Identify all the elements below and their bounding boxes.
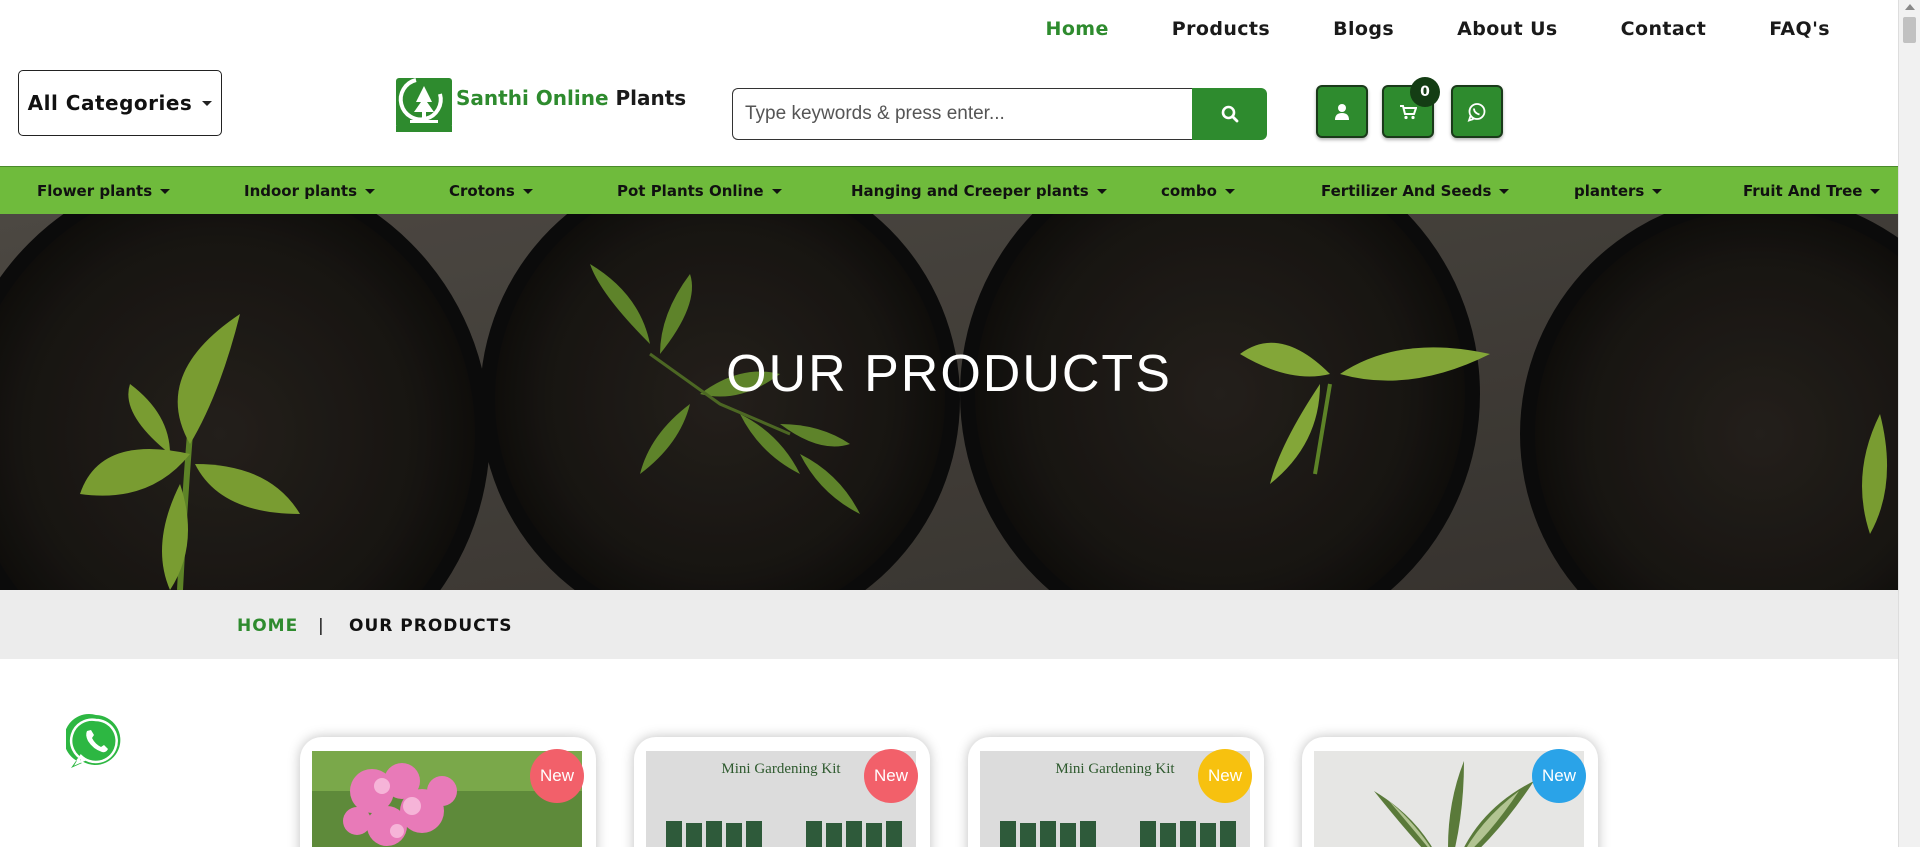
cat-label: Fertilizer And Seeds: [1321, 182, 1492, 200]
caret-down-icon: [160, 188, 171, 194]
search-icon: [1221, 105, 1238, 123]
new-badge: New: [530, 749, 584, 803]
cat-label: Pot Plants Online: [617, 182, 764, 200]
cat-flower-plants[interactable]: Flower plants: [37, 167, 171, 215]
user-icon: [1335, 103, 1349, 120]
nav-faqs[interactable]: FAQ's: [1769, 18, 1830, 40]
logo-text-green: Santhi Online: [456, 86, 609, 110]
scroll-up-arrow-icon[interactable]: [1905, 4, 1915, 10]
category-bar: Flower plants Indoor plants Crotons Pot …: [0, 166, 1898, 214]
breadcrumb-home-link[interactable]: HOME: [237, 616, 298, 636]
cat-fertilizer-seeds[interactable]: Fertilizer And Seeds: [1321, 167, 1510, 215]
cat-label: Fruit And Tree: [1743, 182, 1863, 200]
product-card[interactable]: New: [300, 737, 596, 847]
nav-home[interactable]: Home: [1046, 18, 1109, 40]
new-badge: New: [1532, 749, 1586, 803]
caret-down-icon: [365, 188, 376, 194]
product-card[interactable]: Mini Gardening Kit New: [634, 737, 930, 847]
cart-icon: [1400, 104, 1417, 119]
caret-down-icon: [1499, 188, 1510, 194]
cat-pot-plants-online[interactable]: Pot Plants Online: [617, 167, 782, 215]
whatsapp-button[interactable]: [1451, 85, 1503, 138]
cat-hanging-creeper-plants[interactable]: Hanging and Creeper plants: [851, 167, 1107, 215]
search-button[interactable]: [1192, 88, 1267, 140]
top-nav: Home Products Blogs About Us Contact FAQ…: [983, 18, 1830, 40]
hero-title: OUR PRODUCTS: [726, 345, 1172, 403]
cat-label: Crotons: [449, 182, 515, 200]
caret-down-icon: [1224, 188, 1235, 194]
hero-banner: OUR PRODUCTS: [0, 214, 1898, 590]
search-input[interactable]: [732, 88, 1192, 140]
product-card[interactable]: New: [1302, 737, 1598, 847]
cat-crotons[interactable]: Crotons: [449, 167, 533, 215]
cat-fruit-tree[interactable]: Fruit And Tree: [1743, 167, 1881, 215]
page-scrollbar[interactable]: [1898, 0, 1920, 847]
cat-label: combo: [1161, 182, 1217, 200]
site-logo[interactable]: Santhi Online Plants: [396, 72, 686, 134]
breadcrumb-separator: |: [318, 616, 325, 636]
whatsapp-icon: [64, 714, 121, 768]
caret-down-icon: [1096, 188, 1107, 194]
cat-label: Indoor plants: [244, 182, 358, 200]
nav-contact[interactable]: Contact: [1621, 18, 1707, 40]
whatsapp-icon: [1467, 102, 1486, 122]
cat-planters[interactable]: planters: [1574, 167, 1663, 215]
logo-text: Santhi Online Plants: [456, 86, 686, 110]
account-button[interactable]: [1316, 85, 1368, 138]
caret-down-icon: [522, 188, 533, 194]
cat-combo[interactable]: combo: [1161, 167, 1235, 215]
caret-down-icon: [1652, 188, 1663, 194]
breadcrumb: HOME | OUR PRODUCTS: [0, 590, 1898, 659]
nav-products[interactable]: Products: [1172, 18, 1270, 40]
all-categories-dropdown[interactable]: All Categories: [18, 70, 222, 136]
kit-title-text: Mini Gardening Kit: [1055, 761, 1175, 777]
cart-button[interactable]: 0: [1382, 77, 1440, 138]
search-bar: [732, 88, 1267, 140]
logo-text-dark: Plants: [615, 86, 687, 110]
scrollbar-thumb[interactable]: [1903, 17, 1916, 43]
whatsapp-float-button[interactable]: [64, 711, 126, 771]
nav-about-us[interactable]: About Us: [1457, 18, 1558, 40]
kit-title-text: Mini Gardening Kit: [721, 761, 841, 777]
cat-label: Flower plants: [37, 182, 153, 200]
new-badge: New: [1198, 749, 1252, 803]
all-categories-label: All Categories: [27, 91, 193, 115]
nav-blogs[interactable]: Blogs: [1333, 18, 1394, 40]
tree-logo-icon: [396, 72, 452, 134]
cat-label: Hanging and Creeper plants: [851, 182, 1089, 200]
product-card[interactable]: Mini Gardening Kit New: [968, 737, 1264, 847]
cart-count-badge: 0: [1410, 77, 1440, 107]
cat-indoor-plants[interactable]: Indoor plants: [244, 167, 376, 215]
cat-label: planters: [1574, 182, 1645, 200]
breadcrumb-current: OUR PRODUCTS: [349, 616, 513, 636]
caret-down-icon: [1870, 188, 1881, 194]
new-badge: New: [864, 749, 918, 803]
caret-down-icon: [771, 188, 782, 194]
caret-down-icon: [202, 100, 213, 106]
